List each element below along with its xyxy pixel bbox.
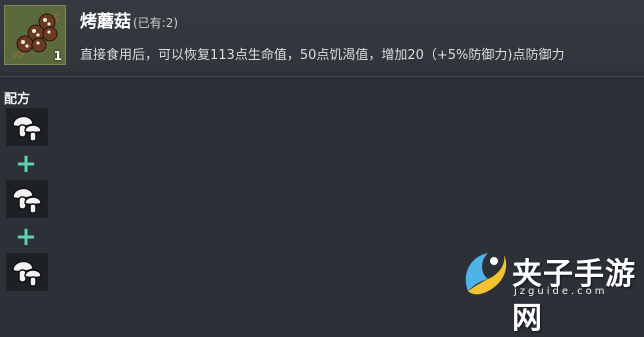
watermark: 夹子手游网 jzguide.com xyxy=(456,245,644,336)
watermark-logo-icon xyxy=(465,253,507,295)
ingredient-slot[interactable] xyxy=(6,180,48,218)
mushroom-icon xyxy=(12,115,42,142)
watermark-url: jzguide.com xyxy=(514,286,608,297)
item-title: 烤蘑菇 (已有:2) xyxy=(80,7,178,32)
ingredient-slot[interactable] xyxy=(6,253,48,291)
divider xyxy=(0,76,644,77)
ingredient-slot[interactable] xyxy=(6,108,48,146)
plus-icon: + xyxy=(15,222,37,252)
item-slot[interactable]: 1 xyxy=(4,5,66,65)
item-count: 1 xyxy=(53,49,62,63)
owned-count: (已有:2) xyxy=(133,16,179,30)
item-tooltip-card: 1 烤蘑菇 (已有:2) 直接食用后，可以恢复113点生命值，50点饥渴值，增加2… xyxy=(0,0,644,72)
item-description: 直接食用后，可以恢复113点生命值，50点饥渴值，增加20（+5%防御力)点防御… xyxy=(80,48,565,63)
mushroom-icon xyxy=(12,187,42,214)
mushroom-icon xyxy=(12,260,42,287)
recipe-title: 配方 xyxy=(4,92,31,107)
plus-icon: + xyxy=(15,149,37,179)
item-name: 烤蘑菇 xyxy=(80,12,131,32)
